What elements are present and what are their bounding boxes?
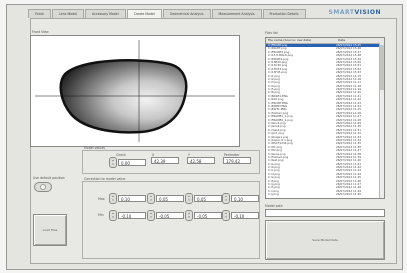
max-value-4[interactable]: 0,10 (231, 195, 259, 202)
tab-geometrical-analysis[interactable]: Geometrical Analysis (162, 9, 211, 18)
file-list-row[interactable]: C:\j.png 26/07/2012 11.50 (266, 193, 384, 196)
brand-logo: SMARTVISION (328, 9, 381, 16)
default-position-label: Use default position (33, 176, 65, 180)
max-control-4: ▴ ▾ 0,10 (222, 193, 259, 204)
file-list-label: Files list (265, 31, 278, 35)
tab-bar: Finish Lens Model Accessory Model Create… (28, 9, 307, 18)
tab-production-details[interactable]: Production Details (262, 9, 306, 18)
x-control: 42,39 (150, 157, 179, 164)
scrollbar-thumb[interactable] (380, 45, 384, 90)
min-spinner-3[interactable]: ▴ ▾ (185, 210, 193, 221)
file-name-cell: C:\j.png (268, 193, 279, 197)
min-row-label: Min (98, 213, 104, 217)
max-control-3: ▴ ▾ 0,05 (185, 193, 222, 204)
spin-down-icon[interactable]: ▾ (150, 215, 152, 220)
model-path-label: Model path (265, 204, 283, 208)
tab-finish[interactable]: Finish (28, 9, 52, 18)
min-control-2: ▴ ▾ -0,05 (147, 210, 184, 221)
tab-accessory-model[interactable]: Accessory Model (85, 9, 126, 18)
max-spinner-1[interactable]: ▴ ▾ (109, 193, 117, 204)
max-value-2[interactable]: 0,05 (156, 195, 184, 202)
spin-down-icon[interactable]: ▾ (188, 215, 190, 220)
load-files-button[interactable]: Load Files (33, 214, 67, 246)
lens-image (35, 40, 235, 142)
min-value-1[interactable]: -0,10 (118, 212, 146, 219)
load-files-button-label: Load Files (42, 228, 58, 232)
spin-down-icon[interactable]: ▾ (112, 215, 114, 220)
default-position-toggle[interactable] (34, 182, 52, 192)
tab-lens-model[interactable]: Lens Model (52, 9, 85, 18)
toggle-knob (40, 184, 46, 190)
check-spinner[interactable]: ▴ ▾ (109, 157, 117, 168)
min-spinner-1[interactable]: ▴ ▾ (109, 210, 117, 221)
min-control-3: ▴ ▾ -0,05 (185, 210, 222, 221)
spin-down-icon[interactable]: ▾ (112, 198, 114, 203)
max-spinner-3[interactable]: ▴ ▾ (185, 193, 193, 204)
spin-down-icon[interactable]: ▾ (112, 162, 114, 167)
min-spinner-4[interactable]: ▴ ▾ (222, 210, 230, 221)
spin-down-icon[interactable]: ▾ (225, 198, 227, 203)
max-value-1[interactable]: 0,10 (118, 195, 146, 202)
file-list-scrollbar[interactable] (379, 43, 384, 198)
tab-create-model[interactable]: Create Model (126, 9, 162, 18)
file-list[interactable]: File name (Source: raw data) Date C:\FRO… (265, 37, 385, 199)
file-date-cell: 26/07/2012 11.50 (336, 193, 362, 197)
min-value-4[interactable]: -0,10 (231, 212, 259, 219)
model-path-field[interactable] (265, 209, 385, 217)
y-control: 42,58 (186, 157, 215, 164)
max-control-1: ▴ ▾ 0,10 (109, 193, 146, 204)
column-header-date[interactable]: Date (336, 38, 382, 43)
spin-down-icon[interactable]: ▾ (188, 198, 190, 203)
x-value[interactable]: 42,39 (151, 157, 179, 164)
perimeter-value[interactable]: 179,42 (223, 157, 251, 164)
spin-down-icon[interactable]: ▾ (150, 198, 152, 203)
column-header-filename[interactable]: File name (Source: raw data) (266, 38, 336, 43)
file-list-rows: C:\FRONT.png 26/07/2012 15.45 C:\RIGHT.png… (266, 44, 384, 197)
max-spinner-2[interactable]: ▴ ▾ (147, 193, 155, 204)
tab-measurement-analysis[interactable]: Measurement Analysis (211, 9, 262, 18)
front-view-label: Front View (32, 30, 49, 34)
correction-label: Correction to model value (84, 177, 126, 181)
min-value-3[interactable]: -0,05 (194, 212, 222, 219)
max-value-3[interactable]: 0,05 (194, 195, 222, 202)
save-model-button-label: Save Model Data (312, 238, 338, 242)
check-value[interactable]: 0,00 (118, 159, 146, 166)
min-control-1: ▴ ▾ -0,10 (109, 210, 146, 221)
min-value-2[interactable]: -0,05 (156, 212, 184, 219)
spin-down-icon[interactable]: ▾ (225, 215, 227, 220)
min-spinner-2[interactable]: ▴ ▾ (147, 210, 155, 221)
model-values-label: Model values (84, 146, 105, 150)
y-value[interactable]: 42,58 (187, 157, 215, 164)
save-model-button[interactable]: Save Model Data (265, 220, 385, 260)
min-control-4: ▴ ▾ -0,10 (222, 210, 259, 221)
perimeter-control: 179,42 (222, 157, 251, 164)
max-control-2: ▴ ▾ 0,05 (147, 193, 184, 204)
front-view-image[interactable] (30, 35, 240, 147)
max-row-label: Max (98, 197, 105, 201)
check-control: ▴ ▾ 0,00 (109, 157, 146, 168)
max-spinner-4[interactable]: ▴ ▾ (222, 193, 230, 204)
